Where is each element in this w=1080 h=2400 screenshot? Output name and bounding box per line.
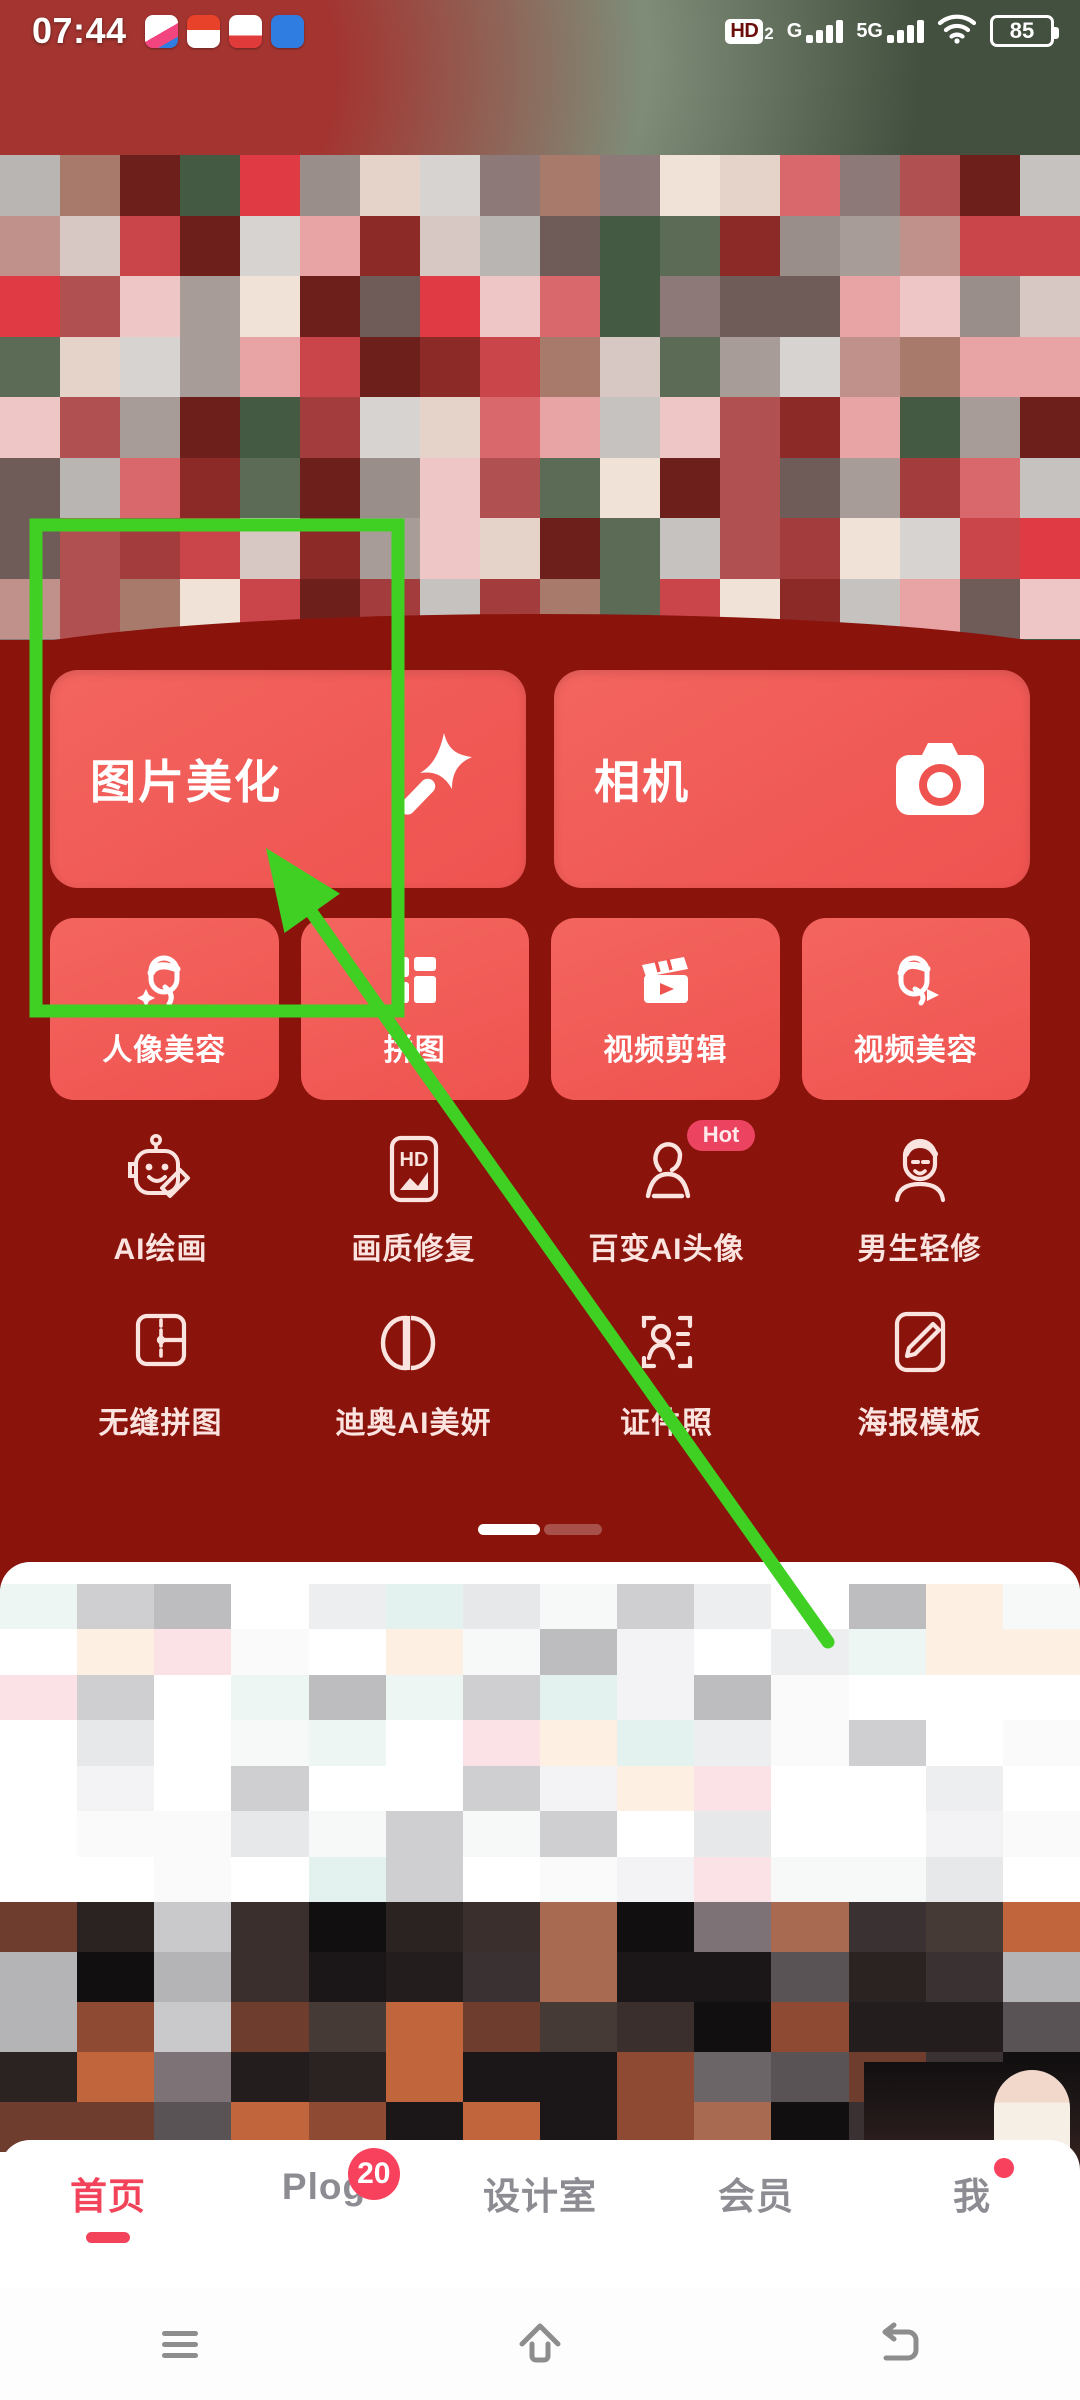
tool-label: 百变AI头像 [588, 1233, 745, 1266]
tool-label: 画质修复 [351, 1233, 476, 1266]
tool-id-photo[interactable]: 证件照 [540, 1304, 793, 1442]
hot-badge: Hot [686, 1120, 756, 1151]
menu-recents-icon[interactable] [0, 2324, 360, 2364]
feature-tile-label: 视频剪辑 [603, 1034, 728, 1067]
collage-icon [384, 949, 446, 1011]
status-clock: 07:44 [32, 10, 127, 51]
wifi-icon [937, 14, 977, 49]
douyin-app-icon[interactable] [144, 14, 178, 48]
signal2-label: 5G [856, 19, 883, 42]
magic-wand-icon [382, 725, 490, 833]
system-navigation-bar [0, 2288, 1080, 2400]
hd-sim-index: 2 [764, 23, 774, 43]
dior-ai-beauty-icon [375, 1304, 453, 1382]
tool-ai-drawing[interactable]: AI绘画 [34, 1130, 287, 1268]
signal-bars-sim1-icon: G [786, 19, 844, 43]
notification-app-icons[interactable] [144, 14, 304, 48]
bottom-tab-bar: 首页 20 Plog 设计室 会员 我 [0, 2140, 1080, 2288]
battery-level-label: 85 [1009, 18, 1035, 43]
hd-badge-label: HD [725, 18, 764, 44]
tool-poster-template[interactable]: 海报模板 [793, 1304, 1046, 1442]
hd-voice-icon: HD 2 [725, 18, 774, 44]
video-clapper-icon [634, 949, 696, 1011]
tab-label: 设计室 [483, 2176, 597, 2217]
tool-label: 证件照 [620, 1407, 713, 1440]
feature-tile-portrait-beauty[interactable]: 人像美容 [50, 918, 279, 1100]
feature-tile-video-beauty[interactable]: 视频美容 [801, 918, 1030, 1100]
blue-app-icon[interactable] [270, 14, 304, 48]
page-indicator[interactable] [0, 1524, 1080, 1535]
tab-home[interactable]: 首页 [0, 2166, 216, 2243]
tools-panel: 图片美化 相机 人像美容 拼图 视频剪辑 视频美容 AI绘画 HD 画质修复 H… [0, 614, 1080, 1570]
feature-tile-collage[interactable]: 拼图 [300, 918, 529, 1100]
status-right-cluster: HD 2 G 5G 85 [725, 14, 1059, 49]
ai-drawing-robot-icon [122, 1130, 200, 1208]
male-retouch-icon [881, 1130, 959, 1208]
large-feature-row: 图片美化 相机 [50, 670, 1030, 888]
feature-tile-label: 拼图 [383, 1034, 446, 1067]
feature-tile-label: 视频美容 [853, 1034, 978, 1067]
tool-label: 迪奥AI美妍 [335, 1407, 492, 1440]
back-icon[interactable] [720, 2320, 1080, 2368]
id-photo-icon [628, 1304, 706, 1382]
page-dot[interactable] [544, 1524, 602, 1535]
tool-label: 海报模板 [857, 1407, 982, 1440]
small-feature-row: 人像美容 拼图 视频剪辑 视频美容 [50, 918, 1030, 1100]
active-tab-underline [86, 2232, 130, 2243]
baidu-app-icon[interactable] [228, 14, 262, 48]
svg-text:HD: HD [399, 1149, 428, 1171]
plog-badge: 20 [347, 2148, 400, 2200]
tool-male-retouch[interactable]: 男生轻修 [793, 1130, 1046, 1268]
phone-screen: 07:44 HD 2 G 5G 85 图片美化 相机 人像美容 拼图 视频剪辑 … [0, 0, 1080, 2400]
tab-plog[interactable]: 20 Plog [216, 2148, 432, 2208]
portrait-beauty-icon [133, 949, 195, 1011]
feature-tile-camera[interactable]: 相机 [554, 670, 1030, 888]
battery-indicator: 85 [990, 15, 1059, 47]
notification-dot [993, 2158, 1014, 2178]
status-bar: 07:44 HD 2 G 5G 85 [0, 0, 1080, 62]
tool-hd-restore[interactable]: HD 画质修复 [287, 1130, 540, 1268]
tool-seamless-collage[interactable]: 无缝拼图 [34, 1304, 287, 1442]
tool-label: 男生轻修 [857, 1233, 982, 1266]
tab-label: 我 [953, 2176, 991, 2217]
tool-label: 无缝拼图 [98, 1407, 223, 1440]
jd-app-icon[interactable] [186, 14, 220, 48]
page-dot-active[interactable] [478, 1524, 540, 1535]
video-beauty-icon [885, 949, 947, 1011]
seamless-collage-icon [122, 1304, 200, 1382]
feature-tile-label: 图片美化 [90, 756, 282, 808]
hero-banner-image[interactable] [0, 0, 1080, 700]
feature-tile-video-edit[interactable]: 视频剪辑 [551, 918, 780, 1100]
tool-dior-ai-beauty[interactable]: 迪奥AI美妍 [287, 1304, 540, 1442]
signal1-label: G [786, 19, 803, 42]
feature-tile-photo-beautify[interactable]: 图片美化 [50, 670, 526, 888]
tab-label: 会员 [718, 2176, 794, 2217]
poster-template-icon [881, 1304, 959, 1382]
hd-restore-icon: HD [375, 1130, 453, 1208]
tab-design-studio[interactable]: 设计室 [432, 2166, 648, 2220]
camera-icon [886, 725, 994, 833]
feature-tile-label: 人像美容 [102, 1034, 227, 1067]
tool-label: AI绘画 [113, 1233, 208, 1266]
signal-bars-sim2-icon: 5G [856, 19, 924, 43]
feature-tile-label: 相机 [594, 756, 690, 808]
tab-label: 首页 [70, 2176, 146, 2217]
tab-me[interactable]: 我 [864, 2158, 1080, 2220]
tool-icon-grid: AI绘画 HD 画质修复 Hot 百变AI头像 男生轻修 无缝拼图 迪奥AI美妍… [34, 1120, 1046, 1442]
tab-membership[interactable]: 会员 [648, 2166, 864, 2220]
feed-light-pixelated-content [0, 1584, 1080, 1902]
home-icon[interactable] [360, 2320, 720, 2368]
tool-ai-avatar[interactable]: Hot 百变AI头像 [540, 1120, 793, 1268]
